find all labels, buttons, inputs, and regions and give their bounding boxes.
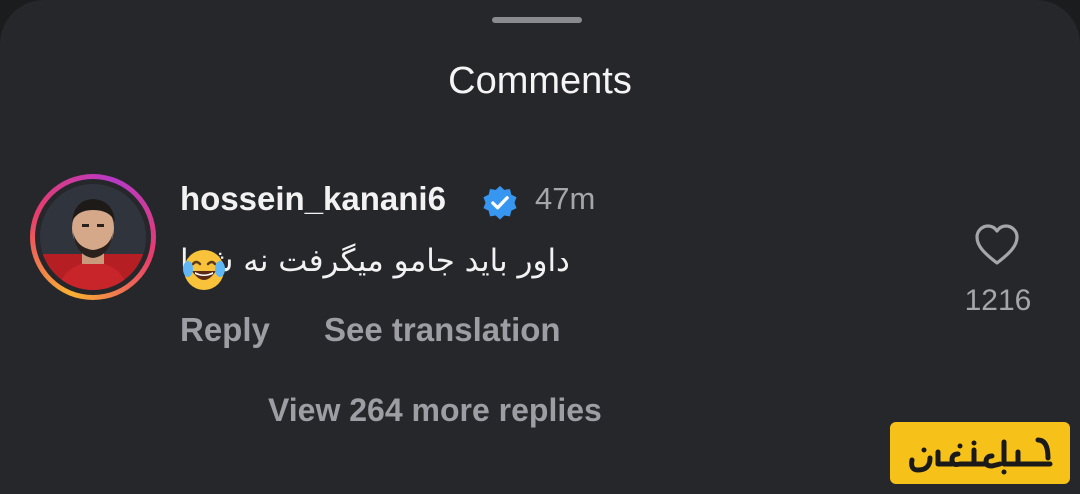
comment-text: داور باید جامو میگرفت نه شما [180,243,700,279]
comment-time: 47m [535,181,596,216]
comment-username[interactable]: hossein_kanani6 [180,180,446,218]
see-translation-button[interactable]: See translation [324,311,561,349]
reply-button[interactable]: Reply [180,311,270,349]
like-heart-icon[interactable] [974,223,1020,267]
view-more-replies-button[interactable]: View 264 more replies [268,392,602,429]
comments-sheet: Comments hossein_kanani6 47m داور باید ج… [0,0,1080,494]
comment-body: داور باید جامو میگرفت نه شما [180,243,570,279]
sheet-title: Comments [448,60,632,102]
watermark-logo-graphic [909,437,1053,475]
drag-handle[interactable] [492,17,582,23]
laughing-tears-emoji-icon [183,250,225,290]
like-count: 1216 [964,284,1032,317]
watermark-logo [890,422,1070,484]
avatar[interactable] [30,174,156,300]
avatar-image [40,184,146,290]
verified-badge-icon [483,185,517,220]
